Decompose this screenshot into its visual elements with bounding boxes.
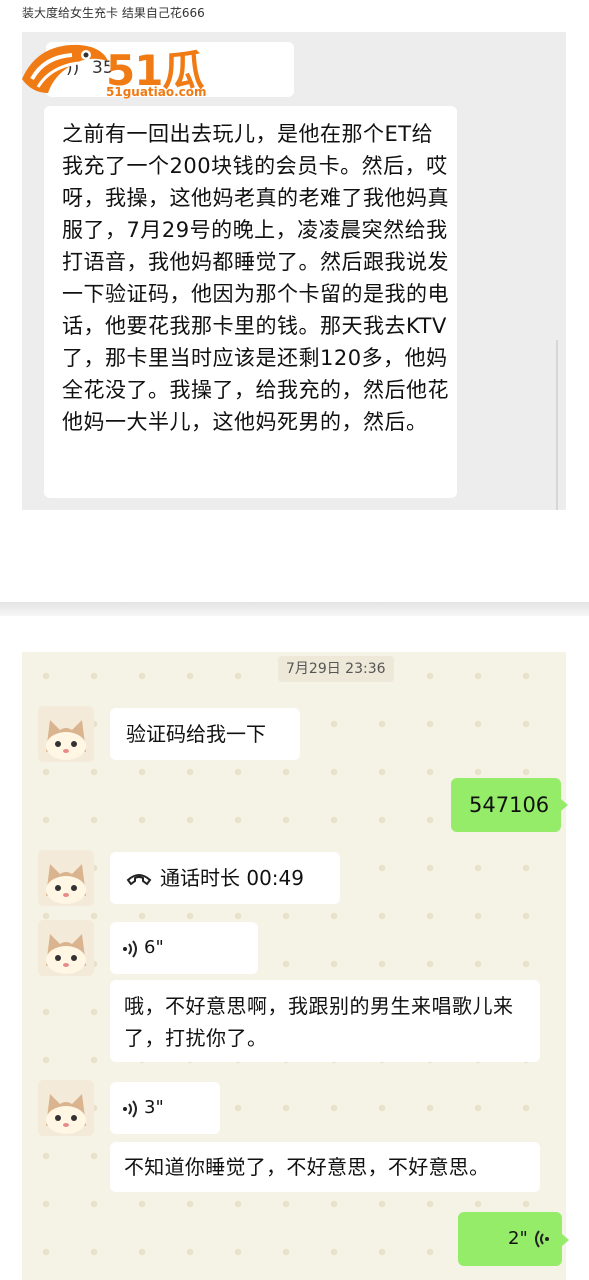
watermark-logo: 51瓜条 51guatiao.com <box>18 35 228 156</box>
voice-wave-icon <box>535 1230 549 1248</box>
avatar[interactable] <box>38 1080 94 1136</box>
sent-voice-bubble[interactable]: 2" <box>458 1212 562 1266</box>
voice-transcript-bubble: 哦，不好意思啊，我跟别的男生来唱歌儿来了，打扰你了。 <box>110 980 540 1062</box>
voice-duration: 6" <box>144 937 164 958</box>
bubble-tail <box>562 1234 569 1246</box>
call-record-bubble[interactable]: 通话时长 00:49 <box>110 852 340 904</box>
cat-avatar-icon <box>38 706 94 762</box>
voice-message-bubble[interactable]: 6" <box>110 922 258 974</box>
voice-wave-icon <box>123 940 137 958</box>
message-bubble[interactable]: 验证码给我一下 <box>110 708 300 760</box>
transcript-text: 不知道你睡觉了，不好意思，不好意思。 <box>124 1155 490 1179</box>
cat-avatar-icon <box>38 1080 94 1136</box>
phone-hangup-icon <box>126 874 152 886</box>
voice-transcript-bubble: 不知道你睡觉了，不好意思，不好意思。 <box>110 1142 540 1192</box>
melon-logo-icon <box>22 44 108 93</box>
transcript-text: 之前有一回出去玩儿，是他在那个ET给我充了一个200块钱的会员卡。然后，哎呀，我… <box>62 122 449 434</box>
post-caption: 装大度给女生充卡 结果自己花666 <box>22 6 205 20</box>
transcript-bubble: 之前有一回出去玩儿，是他在那个ET给我充了一个200块钱的会员卡。然后，哎呀，我… <box>44 106 457 498</box>
logo-url: 51guatiao.com <box>106 85 207 99</box>
scrollbar[interactable] <box>556 340 558 510</box>
avatar[interactable] <box>38 706 94 762</box>
voice-wave-icon <box>123 1100 137 1118</box>
message-text: 验证码给我一下 <box>126 722 266 746</box>
message-text: 547106 <box>469 793 550 817</box>
section-divider <box>0 602 589 616</box>
call-duration-text: 通话时长 00:49 <box>160 866 304 890</box>
sent-message-bubble[interactable]: 547106 <box>451 778 561 832</box>
avatar[interactable] <box>38 850 94 906</box>
avatar[interactable] <box>38 920 94 976</box>
bubble-tail <box>561 799 568 811</box>
voice-duration: 3" <box>144 1097 164 1118</box>
voice-duration: 2" <box>508 1228 528 1249</box>
voice-message-bubble[interactable]: 3" <box>110 1082 220 1134</box>
cat-avatar-icon <box>38 850 94 906</box>
cat-avatar-icon <box>38 920 94 976</box>
transcript-text: 哦，不好意思啊，我跟别的男生来唱歌儿来了，打扰你了。 <box>124 994 514 1050</box>
chat-timestamp: 7月29日 23:36 <box>278 656 394 682</box>
